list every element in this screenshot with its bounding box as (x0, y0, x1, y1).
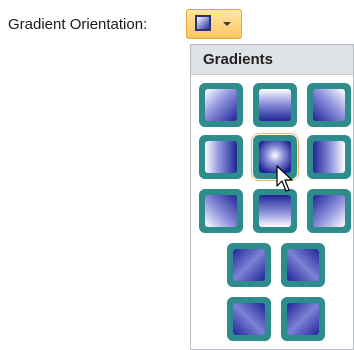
gradient-option-left[interactable] (199, 135, 243, 179)
selected-gradient-swatch (195, 15, 211, 31)
gradient-option-bottom[interactable] (253, 189, 297, 233)
gradient-swatch (205, 195, 237, 227)
gradient-option-center[interactable] (251, 133, 299, 181)
gradient-picker-button[interactable] (186, 9, 242, 39)
gradient-option-bottom-left[interactable] (199, 189, 243, 233)
gradient-swatch (287, 249, 319, 281)
gradient-option-diagonal-2[interactable] (281, 243, 325, 287)
gradient-swatch (259, 195, 291, 227)
gradient-option-diagonal-1[interactable] (227, 243, 271, 287)
gradient-swatch (205, 89, 237, 121)
gradient-option-right[interactable] (307, 135, 351, 179)
gradient-swatch (259, 89, 291, 121)
gradient-swatch (313, 195, 345, 227)
gradient-swatch (287, 303, 319, 335)
gradient-option-diagonal-3[interactable] (227, 297, 271, 341)
gradient-option-top-left[interactable] (199, 83, 243, 127)
gradient-swatch (205, 141, 237, 173)
gradient-swatch (233, 249, 265, 281)
gradient-option-bottom-right[interactable] (307, 189, 351, 233)
chevron-down-icon[interactable] (223, 22, 231, 26)
gradient-orientation-panel: Gradient Orientation: Gradients (0, 0, 354, 350)
gradient-swatch (233, 303, 265, 335)
gradient-swatch (259, 141, 291, 173)
gradient-option-top[interactable] (253, 83, 297, 127)
gradient-swatch (313, 89, 345, 121)
gradient-orientation-label: Gradient Orientation: (8, 16, 148, 33)
dropdown-header: Gradients (191, 45, 353, 75)
gradient-option-diagonal-4[interactable] (281, 297, 325, 341)
gradients-dropdown: Gradients (190, 44, 354, 350)
dropdown-title: Gradients (203, 51, 274, 68)
gradient-option-top-right[interactable] (307, 83, 351, 127)
gradient-swatch (313, 141, 345, 173)
